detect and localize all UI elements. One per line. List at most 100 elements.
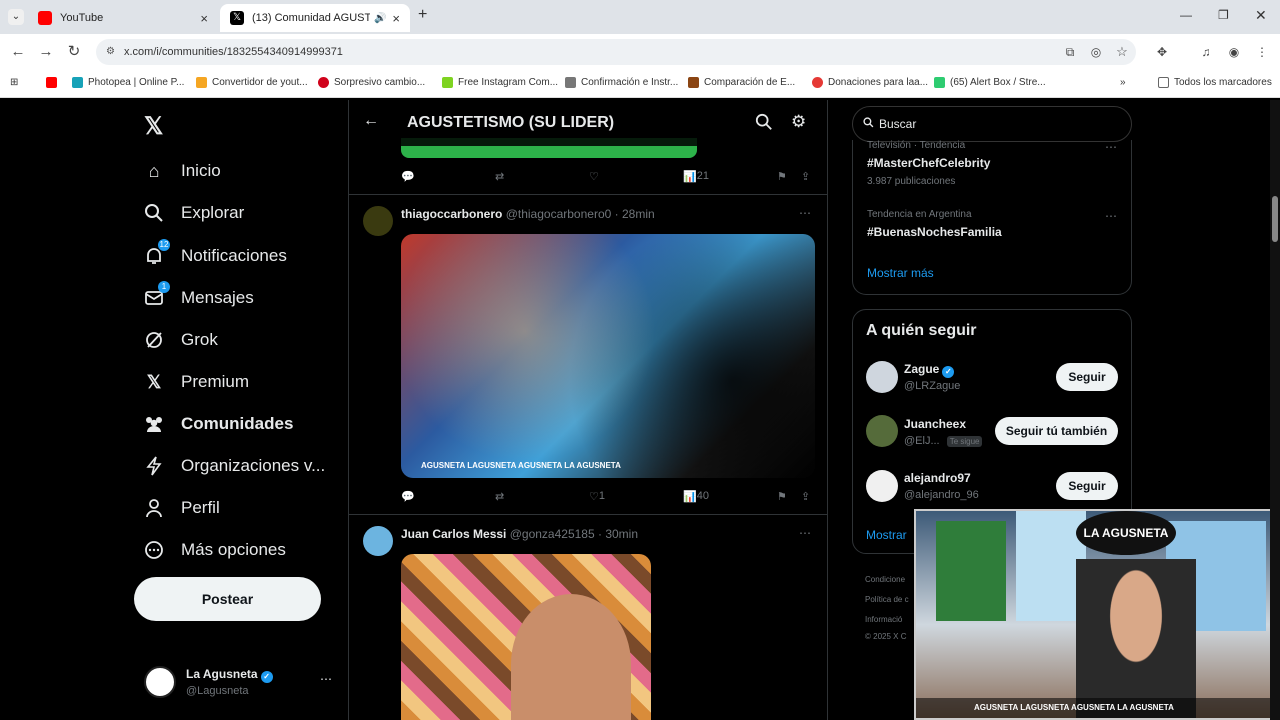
profile-icon[interactable]: ◉	[1224, 42, 1244, 62]
show-more-link[interactable]: Mostrar más	[867, 266, 934, 280]
sidebar-item-notificaciones[interactable]: 12 Notificaciones	[142, 239, 287, 268]
avatar[interactable]	[866, 415, 898, 447]
more-icon[interactable]: ⋯	[1105, 209, 1117, 223]
account-switcher[interactable]: La Agusneta ✓ @Lagusneta ⋯	[144, 664, 334, 704]
more-bookmarks-icon[interactable]: »	[1120, 77, 1126, 88]
bookmark-item[interactable]: (65) Alert Box / Stre...	[934, 77, 1046, 88]
like-icon[interactable]: ♡	[589, 170, 599, 183]
apps-icon[interactable]: ⊞	[10, 77, 18, 88]
extensions-icon[interactable]: ✥	[1152, 42, 1172, 62]
bookmark-item[interactable]: Comparación de E...	[688, 77, 795, 88]
user-name[interactable]: alejandro97	[904, 471, 971, 485]
maximize-icon[interactable]: ❐	[1218, 8, 1229, 22]
author-name[interactable]: thiagoccarbonero	[401, 207, 502, 221]
all-bookmarks[interactable]: Todos los marcadores	[1158, 77, 1272, 88]
tweet-media-image[interactable]: AGUSNETA LAGUSNETA AGUSNETA LA AGUSNETA	[401, 234, 815, 478]
minimize-icon[interactable]: —	[1180, 8, 1192, 22]
views-icon[interactable]: 📊 40	[683, 490, 709, 503]
reload-icon[interactable]: ↻	[64, 42, 84, 62]
tweet-time[interactable]: · 30min	[598, 527, 638, 541]
views-icon[interactable]: 📊 21	[683, 170, 709, 183]
tweet-time[interactable]: · 28min	[615, 207, 655, 221]
footer-link[interactable]: Condicione	[865, 575, 905, 584]
author-name[interactable]: Juan Carlos Messi	[401, 527, 506, 541]
install-icon[interactable]: ⧉	[1060, 42, 1080, 62]
share-icon[interactable]: ⇪	[801, 170, 810, 183]
reply-icon[interactable]: 💬	[401, 170, 415, 183]
user-name[interactable]: Zague ✓	[904, 362, 955, 378]
sidebar-item-mensajes[interactable]: 1 Mensajes	[142, 281, 254, 310]
show-more-link[interactable]: Mostrar	[866, 528, 907, 542]
reply-icon[interactable]: 💬	[401, 490, 415, 503]
like-icon[interactable]: ♡ 1	[589, 490, 605, 503]
sidebar-item-explorar[interactable]: Explorar	[142, 201, 244, 225]
scrollbar[interactable]	[1270, 100, 1280, 720]
search-input[interactable]: Buscar	[852, 106, 1132, 142]
avatar[interactable]	[363, 526, 393, 556]
more-icon[interactable]: ⋯	[799, 526, 811, 540]
bookmark-item[interactable]: Confirmación e Instr...	[565, 77, 678, 88]
follow-button[interactable]: Seguir	[1056, 363, 1118, 391]
close-tab-icon[interactable]: ×	[392, 11, 400, 26]
avatar[interactable]	[866, 470, 898, 502]
follow-back-button[interactable]: Seguir tú también	[995, 417, 1118, 445]
tab-youtube[interactable]: YouTube ×	[28, 4, 218, 32]
forward-icon[interactable]: →	[36, 42, 56, 62]
author-handle[interactable]: @gonza425185	[510, 527, 595, 541]
footer-link[interactable]: Política de c	[865, 595, 909, 604]
sidebar-item-perfil[interactable]: Perfil	[142, 496, 220, 520]
sidebar-item-mas-opciones[interactable]: Más opciones	[142, 538, 286, 562]
sidebar-label: Más opciones	[181, 540, 286, 559]
more-icon[interactable]: ⋯	[320, 672, 332, 686]
search-icon[interactable]	[755, 113, 773, 136]
sidebar-item-premium[interactable]: 𝕏 Premium	[142, 370, 249, 394]
bookmark-youtube-icon[interactable]	[46, 77, 62, 88]
sidebar-item-inicio[interactable]: ⌂ Inicio	[142, 159, 221, 183]
new-tab-button[interactable]: +	[418, 6, 427, 24]
post-button[interactable]: Postear	[134, 577, 321, 621]
bookmark-item[interactable]: Sorpresivo cambio...	[318, 77, 425, 88]
bookmark-icon[interactable]: ⚑	[777, 170, 787, 183]
gear-icon[interactable]: ⚙	[791, 112, 806, 132]
bookmark-item[interactable]: Convertidor de yout...	[196, 77, 308, 88]
media-icon[interactable]: ♫	[1196, 42, 1216, 62]
follow-button[interactable]: Seguir	[1056, 472, 1118, 500]
community-feed: ← AGUSTETISMO (SU LIDER) ⚙ 💬 ⇄ ♡ 📊 21 ⚑ …	[348, 100, 828, 720]
speaker-icon[interactable]: 🔊	[374, 13, 386, 24]
site-info-icon[interactable]: ⚙	[106, 39, 115, 65]
more-icon[interactable]: ⋯	[1105, 140, 1117, 154]
community-title: AGUSTETISMO (SU LIDER)	[407, 114, 615, 131]
tweet-media-image[interactable]	[401, 554, 651, 720]
bookmark-item[interactable]: Donaciones para laa...	[812, 77, 928, 88]
footer-link[interactable]: Informació	[865, 615, 902, 624]
tab-search-button[interactable]: ⌄	[8, 9, 24, 25]
x-logo-icon[interactable]: 𝕏	[144, 112, 163, 141]
person-icon	[142, 496, 166, 520]
star-icon[interactable]: ☆	[1112, 42, 1132, 62]
bookmark-item[interactable]: Photopea | Online P...	[72, 77, 184, 88]
sidebar-item-comunidades[interactable]: Comunidades	[142, 412, 293, 436]
back-icon[interactable]: ←	[8, 42, 28, 62]
trend-name[interactable]: #BuenasNochesFamilia	[867, 225, 1002, 239]
sidebar-item-organizaciones[interactable]: Organizaciones v...	[142, 454, 325, 478]
user-name[interactable]: Juancheex	[904, 417, 966, 431]
close-window-icon[interactable]: ✕	[1255, 7, 1267, 24]
menu-icon[interactable]: ⋮	[1252, 42, 1272, 62]
bookmark-item[interactable]: Free Instagram Com...	[442, 77, 558, 88]
avatar[interactable]	[363, 206, 393, 236]
scrollbar-thumb[interactable]	[1272, 196, 1278, 242]
avatar[interactable]	[866, 361, 898, 393]
retweet-icon[interactable]: ⇄	[495, 490, 504, 503]
bookmark-icon[interactable]: ⚑	[777, 490, 787, 503]
close-tab-icon[interactable]: ×	[200, 11, 208, 26]
retweet-icon[interactable]: ⇄	[495, 170, 504, 183]
tab-x-community[interactable]: 𝕏 (13) Comunidad AGUSTETIS 🔊 ×	[220, 4, 410, 32]
share-icon[interactable]: ⇪	[801, 490, 810, 503]
back-arrow-icon[interactable]: ←	[363, 112, 379, 130]
hide-icon[interactable]: ◎	[1086, 42, 1106, 62]
sidebar-item-grok[interactable]: Grok	[142, 328, 218, 352]
author-handle[interactable]: @thiagocarbonero0	[506, 207, 612, 221]
more-icon[interactable]: ⋯	[799, 206, 811, 220]
url-input[interactable]: ⚙ x.com/i/communities/183255434091499937…	[96, 39, 1136, 65]
trend-name[interactable]: #MasterChefCelebrity	[867, 156, 990, 170]
